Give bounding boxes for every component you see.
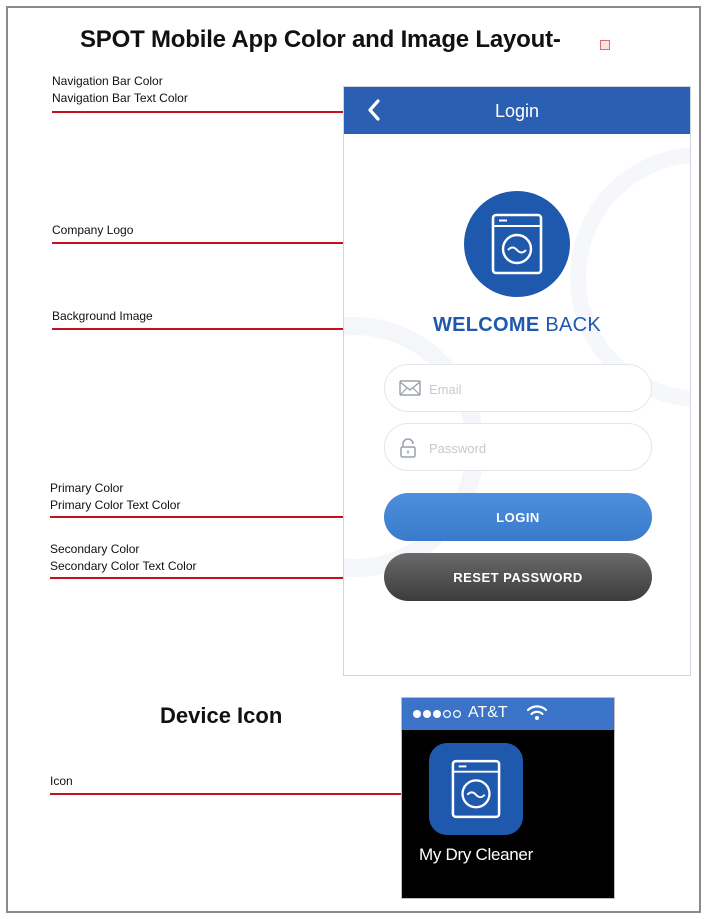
annotation-icon: Icon: [50, 773, 73, 790]
annotation-navigation: Navigation Bar Color Navigation Bar Text…: [52, 73, 188, 107]
document-title: SPOT Mobile App Color and Image Layout-: [80, 26, 561, 53]
device-home-screen: AT&T My Dry Cleaner: [401, 697, 615, 899]
app-name: My Dry Cleaner: [419, 845, 533, 864]
lock-icon: [400, 438, 416, 458]
navigation-title: Login: [494, 101, 540, 121]
login-button[interactable]: LOGIN: [384, 493, 652, 541]
welcome-heading: WELCOME BACK: [344, 314, 690, 337]
leader-line: [52, 328, 370, 330]
annotation-background: Background Image: [52, 308, 153, 325]
annotation-label: Secondary Color Text Color: [50, 559, 197, 573]
email-input[interactable]: [429, 378, 629, 400]
annotation-label: Secondary Color: [50, 542, 140, 556]
status-bar: AT&T: [402, 698, 614, 730]
carrier-name: AT&T: [468, 704, 508, 721]
note-marker-icon: [600, 40, 610, 50]
annotation-label: Background Image: [52, 309, 153, 323]
device-icon-heading: Device Icon: [160, 703, 283, 728]
annotation-label: Company Logo: [52, 223, 134, 237]
annotation-label: Primary Color: [50, 481, 124, 495]
reset-password-button[interactable]: RESET PASSWORD: [384, 553, 652, 601]
password-input[interactable]: [429, 437, 629, 459]
leader-line: [52, 111, 352, 113]
welcome-bold: WELCOME: [432, 314, 540, 336]
annotation-label: Primary Color Text Color: [50, 498, 181, 512]
signal-dots-icon: [413, 709, 461, 719]
navigation-bar: Login: [344, 87, 690, 134]
password-field[interactable]: [384, 423, 652, 471]
welcome-regular: BACK: [545, 314, 602, 336]
annotation-label: Icon: [50, 774, 73, 788]
email-field[interactable]: [384, 364, 652, 412]
wifi-icon: [526, 705, 548, 720]
company-logo: [464, 191, 570, 297]
phone-screen: Login WELCOME BACK LOGIN RESET PASSWORD: [343, 86, 691, 676]
washing-machine-icon: [491, 213, 543, 275]
leader-line: [50, 793, 440, 795]
annotation-secondary: Secondary Color Secondary Color Text Col…: [50, 541, 197, 575]
annotation-primary: Primary Color Primary Color Text Color: [50, 480, 180, 514]
app-icon[interactable]: [429, 743, 523, 835]
annotation-label: Navigation Bar Color: [52, 74, 163, 88]
annotation-logo: Company Logo: [52, 222, 133, 239]
washing-machine-icon: [451, 759, 501, 819]
annotation-label: Navigation Bar Text Color: [52, 91, 188, 105]
envelope-icon: [399, 380, 421, 396]
